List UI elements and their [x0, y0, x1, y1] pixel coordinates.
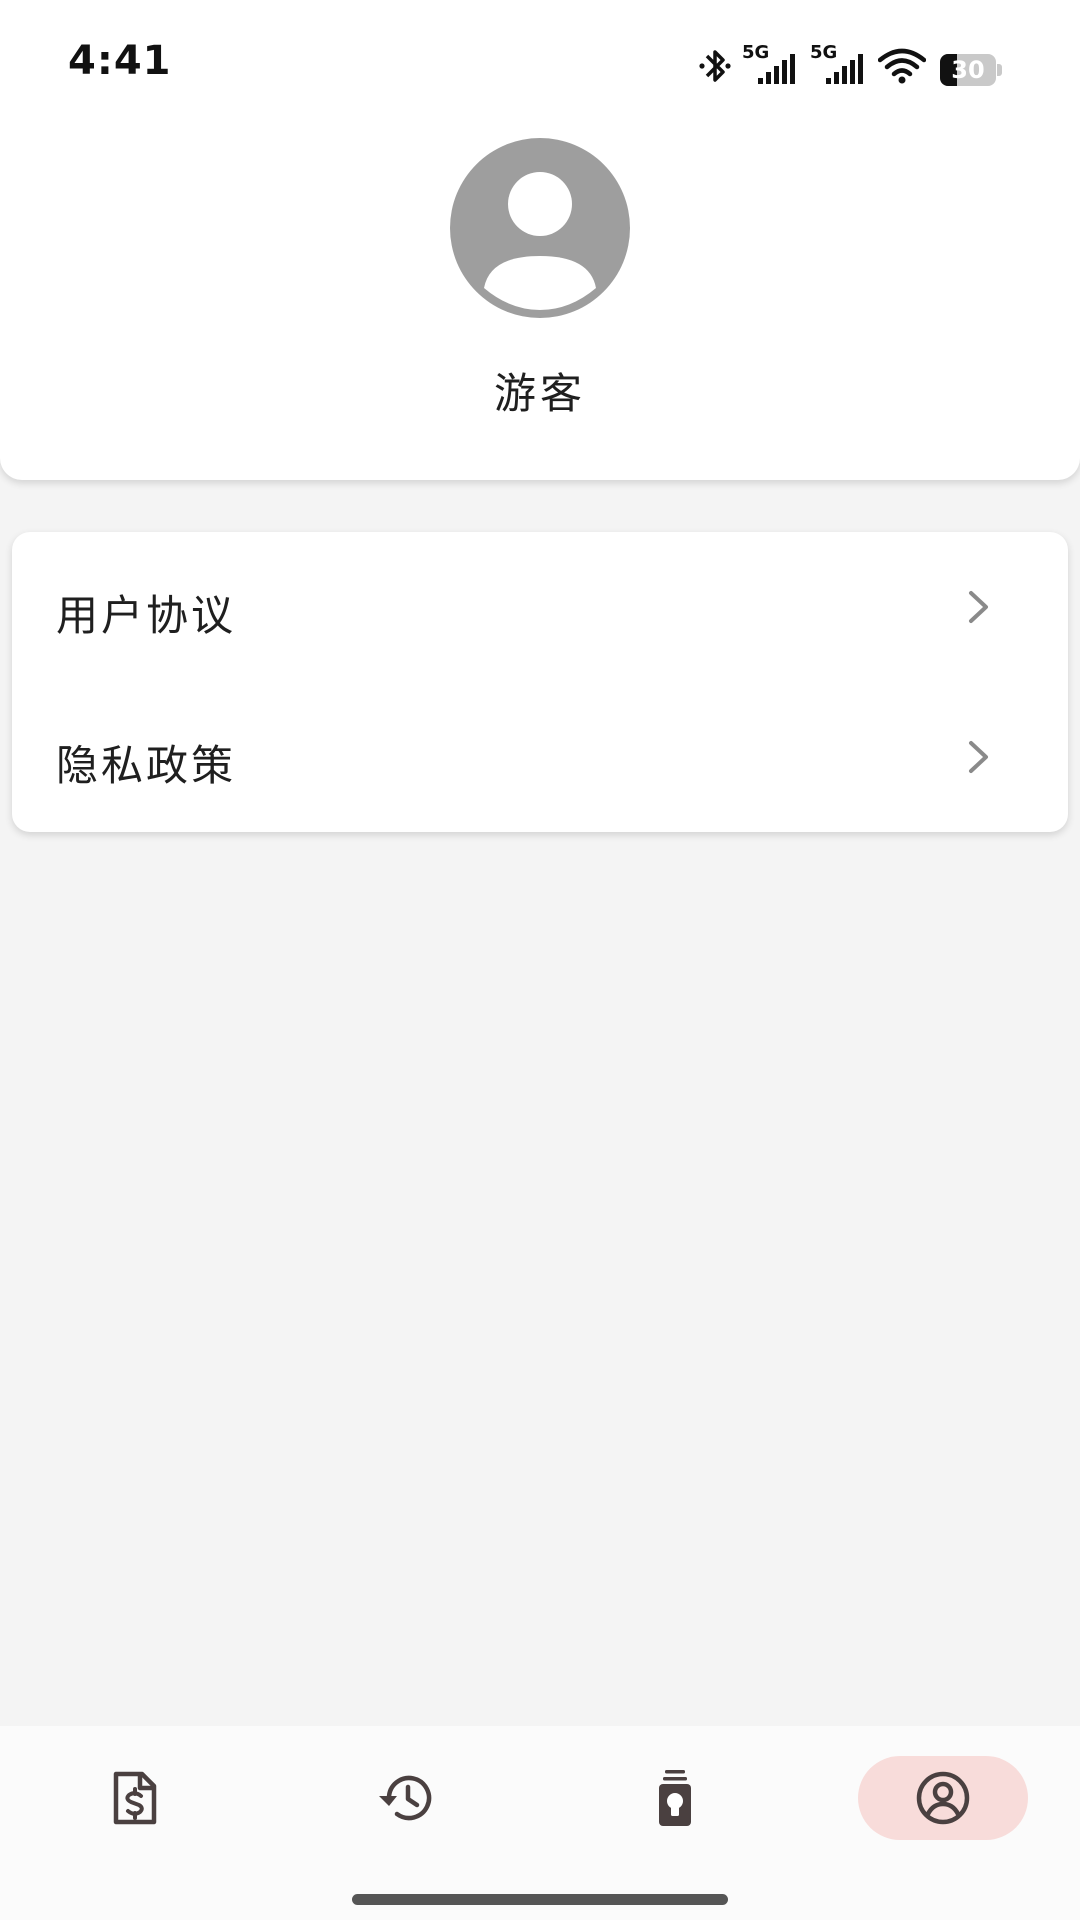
menu-item-label: 用户协议	[56, 591, 237, 640]
battery-level-text: 30	[951, 56, 985, 84]
screen: 4:41 5G 5G 30 游客 用户协议 隐私政策	[0, 0, 1080, 1920]
menu-item-user-agreement[interactable]: 用户协议	[12, 532, 1068, 682]
status-time: 4:41	[68, 38, 172, 84]
profile-header-card: 4:41 5G 5G 30 游客	[0, 0, 1080, 480]
nav-tab-history[interactable]	[320, 1756, 490, 1840]
nav-tab-profile[interactable]	[858, 1756, 1028, 1840]
status-bar: 4:41 5G 5G 30	[0, 0, 1080, 130]
battery-icon: 30	[940, 54, 1002, 86]
nav-tab-invoice[interactable]	[50, 1756, 220, 1840]
nav-tab-ideas[interactable]	[590, 1756, 760, 1840]
lightbulb-jar-icon	[659, 1770, 691, 1826]
battery-tip	[997, 64, 1002, 76]
account-circle-icon	[916, 1771, 970, 1825]
chevron-right-icon	[969, 591, 988, 623]
bottom-navigation-bar	[0, 1726, 1080, 1920]
menu-item-privacy-policy[interactable]: 隐私政策	[12, 682, 1068, 832]
avatar[interactable]	[450, 138, 630, 318]
default-avatar-icon	[450, 138, 630, 318]
settings-menu-card: 用户协议 隐私政策	[12, 532, 1068, 832]
username: 游客	[493, 369, 586, 418]
signal-5g-icon: 5G	[810, 42, 868, 86]
wifi-icon	[878, 46, 926, 86]
chevron-right-icon	[969, 741, 988, 773]
home-indicator[interactable]	[352, 1894, 728, 1905]
signal-5g-icon: 5G	[742, 42, 800, 86]
history-icon	[379, 1775, 432, 1821]
invoice-dollar-icon	[113, 1771, 157, 1825]
bluetooth-icon	[698, 46, 732, 86]
menu-item-label: 隐私政策	[56, 741, 237, 790]
status-icons: 5G 5G 30	[698, 42, 1002, 86]
